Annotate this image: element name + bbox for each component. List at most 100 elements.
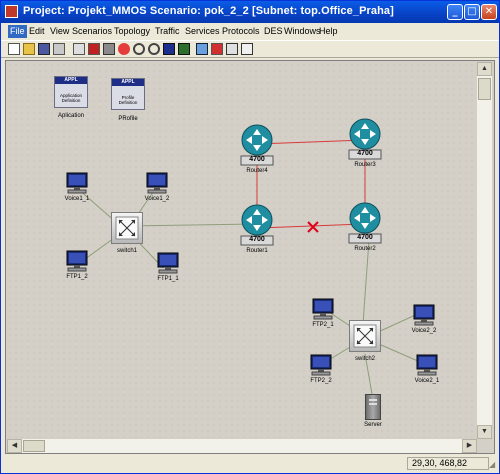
open-icon[interactable]: [23, 43, 35, 55]
scroll-left-button[interactable]: ◀: [7, 439, 22, 453]
link-switch1-router1[interactable]: [126, 223, 258, 227]
menu-view[interactable]: View: [50, 26, 69, 36]
router1-label: Router1: [246, 248, 268, 254]
ftp2_1-label: FTP2_1: [312, 322, 334, 328]
toolbar: [1, 40, 499, 58]
switch2[interactable]: [349, 320, 381, 352]
scroll-right-button[interactable]: ▶: [462, 439, 477, 453]
clock-icon[interactable]: [118, 43, 130, 55]
ftp1_2-label: FTP1_2: [66, 274, 88, 280]
router-model: 4700: [357, 150, 373, 157]
appl-header: APPL: [55, 77, 87, 84]
workstation-icon: [312, 298, 334, 320]
network-canvas[interactable]: APPL Application Definition Aplication A…: [7, 62, 475, 439]
scroll-up-button[interactable]: ▲: [477, 62, 492, 76]
menu-protocols[interactable]: Protocols: [222, 26, 260, 36]
menu-file[interactable]: File: [8, 25, 27, 38]
application-definition-label: Aplication: [57, 113, 85, 119]
app-icon[interactable]: [5, 5, 18, 18]
voice2_2-node[interactable]: [412, 304, 436, 326]
voice1_2-label: Voice1_2: [144, 196, 170, 202]
workstation-icon: [66, 250, 88, 272]
hide-graphs-icon[interactable]: [226, 43, 238, 55]
router-model: 4700: [249, 156, 265, 163]
ftp1_1-node[interactable]: [156, 252, 180, 274]
configure-icon[interactable]: [163, 43, 175, 55]
router2[interactable]: 4700: [347, 202, 383, 244]
switch2-label: switch2: [354, 356, 376, 362]
application-definition-node[interactable]: APPL Application Definition: [54, 76, 88, 108]
router4[interactable]: 4700: [239, 124, 275, 166]
router-model: 4700: [357, 234, 373, 241]
voice2_1-node[interactable]: [415, 354, 439, 376]
profile-text2: Definition: [118, 100, 138, 105]
switch-icon: [353, 324, 377, 348]
ftp2_2-label: FTP2_2: [310, 378, 332, 384]
minimize-button[interactable]: _: [447, 4, 463, 20]
workstation-icon: [416, 354, 438, 376]
workstation-icon: [157, 252, 179, 274]
ftp2_2-node[interactable]: [309, 354, 333, 376]
failure-icon[interactable]: [103, 43, 115, 55]
ftp1_2-node[interactable]: [65, 250, 89, 272]
menu-windows[interactable]: Windows: [284, 26, 321, 36]
router-model: 4700: [249, 236, 265, 243]
appl-text2: Definition: [61, 98, 81, 103]
pin-icon[interactable]: [211, 43, 223, 55]
menu-scenarios[interactable]: Scenarios: [72, 26, 112, 36]
voice1_2-node[interactable]: [145, 172, 169, 194]
menu-help[interactable]: Help: [319, 26, 338, 36]
server-bay: [369, 403, 377, 405]
window-title: Project: Projekt_MMOS Scenario: pok_2_2 …: [23, 5, 394, 17]
switch1[interactable]: [111, 212, 143, 244]
scroll-down-button[interactable]: ▼: [477, 425, 492, 439]
voice2_2-label: Voice2_2: [411, 328, 437, 334]
profile-header: APPL: [112, 79, 144, 86]
new-icon[interactable]: [8, 43, 20, 55]
zoom-out-icon[interactable]: [148, 43, 160, 55]
scissors-icon[interactable]: [73, 43, 85, 55]
status-bar: 29,30, 468,82 ◢: [1, 455, 499, 473]
profile-definition-label: PRofile: [118, 116, 138, 122]
resize-grip-icon[interactable]: ◢: [489, 460, 497, 470]
vertical-scrollbar[interactable]: ▲ ▼: [477, 62, 492, 439]
menu-edit[interactable]: Edit: [29, 26, 45, 36]
server-label: Server: [364, 422, 382, 428]
menu-services[interactable]: Services: [185, 26, 220, 36]
workstation-icon: [413, 304, 435, 326]
menu-topology[interactable]: Topology: [114, 26, 150, 36]
horizontal-scroll-thumb[interactable]: [23, 440, 45, 452]
server-bay: [369, 399, 377, 401]
router3[interactable]: 4700: [347, 118, 383, 160]
switch1-label: switch1: [116, 248, 138, 254]
vertical-scroll-thumb[interactable]: [478, 78, 491, 100]
menu-des[interactable]: DES: [264, 26, 283, 36]
save-icon[interactable]: [38, 43, 50, 55]
application-window: Project: Projekt_MMOS Scenario: pok_2_2 …: [0, 0, 500, 474]
title-bar[interactable]: Project: Projekt_MMOS Scenario: pok_2_2 …: [1, 1, 499, 23]
workstation-icon: [146, 172, 168, 194]
router1[interactable]: 4700: [239, 204, 275, 246]
info-icon[interactable]: [241, 43, 253, 55]
voice2_1-label: Voice2_1: [414, 378, 440, 384]
server-node[interactable]: [365, 394, 381, 420]
print-icon[interactable]: [53, 43, 65, 55]
menu-traffic[interactable]: Traffic: [155, 26, 180, 36]
coordinates-readout: 29,30, 468,82: [407, 457, 489, 470]
workstation-icon: [310, 354, 332, 376]
horizontal-scrollbar[interactable]: ◀ ▶: [7, 439, 477, 453]
view-results-icon[interactable]: [196, 43, 208, 55]
workstation-icon: [66, 172, 88, 194]
object-palette-icon[interactable]: [88, 43, 100, 55]
router4-label: Router4: [246, 168, 268, 174]
capture-icon[interactable]: [178, 43, 190, 55]
maximize-button[interactable]: □: [464, 4, 480, 20]
zoom-in-icon[interactable]: [133, 43, 145, 55]
router2-label: Router2: [354, 246, 376, 252]
profile-definition-node[interactable]: APPL Profile Definition: [111, 78, 145, 110]
close-button[interactable]: ✕: [481, 4, 497, 20]
ftp2_1-node[interactable]: [311, 298, 335, 320]
voice1_1-node[interactable]: [65, 172, 89, 194]
menu-bar: File Edit View Scenarios Topology Traffi…: [1, 23, 499, 40]
router3-label: Router3: [354, 162, 376, 168]
